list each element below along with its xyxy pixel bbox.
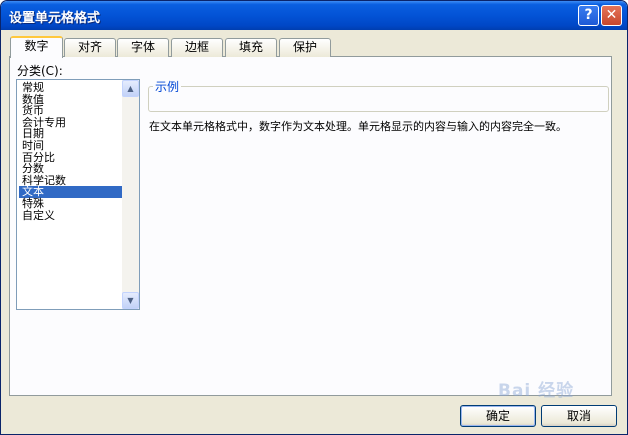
tab-fill[interactable]: 填充 (225, 38, 277, 57)
scroll-up-button[interactable]: ▲ (122, 80, 139, 97)
tab-alignment[interactable]: 对齐 (64, 38, 116, 57)
sample-label: 示例 (153, 78, 182, 95)
tab-font[interactable]: 字体 (117, 38, 169, 57)
sample-group (148, 86, 609, 112)
chevron-up-icon: ▲ (127, 84, 134, 93)
list-item[interactable]: 常规 (19, 82, 122, 94)
help-button[interactable]: ? (578, 5, 599, 26)
tab-border[interactable]: 边框 (171, 38, 223, 57)
ok-button[interactable]: 确定 (460, 405, 536, 427)
watermark: Bai 经验 (498, 373, 618, 401)
scroll-down-button[interactable]: ▼ (122, 292, 139, 309)
help-icon: ? (584, 7, 593, 23)
tab-label: 对齐 (77, 40, 102, 54)
tab-number[interactable]: 数字 (10, 36, 63, 58)
watermark-text: Bai 经验 (498, 381, 575, 401)
title-bar[interactable]: 设置单元格格式 ? ✕ (1, 1, 627, 30)
chevron-down-icon: ▼ (127, 296, 134, 305)
cancel-button[interactable]: 取消 (541, 405, 617, 427)
tab-protection[interactable]: 保护 (279, 38, 331, 57)
tab-label: 字体 (130, 40, 155, 54)
tab-label: 数字 (24, 39, 49, 53)
category-items: 常规 数值 货币 会计专用 日期 时间 百分比 分数 科学记数 文本 特殊 自定… (19, 82, 122, 221)
dialog-title: 设置单元格格式 (9, 11, 101, 26)
list-item[interactable]: 时间 (19, 140, 122, 152)
category-label: 分类(C): (17, 64, 63, 78)
list-item[interactable]: 特殊 (19, 198, 122, 210)
tab-label: 边框 (184, 40, 209, 54)
format-description: 在文本单元格格式中，数字作为文本处理。单元格显示的内容与输入的内容完全一致。 (149, 120, 567, 133)
tab-label: 保护 (292, 40, 317, 54)
close-icon: ✕ (605, 7, 618, 23)
close-button[interactable]: ✕ (601, 5, 622, 26)
list-item[interactable]: 分数 (19, 163, 122, 175)
list-item[interactable]: 自定义 (19, 209, 122, 222)
category-list[interactable]: 常规 数值 货币 会计专用 日期 时间 百分比 分数 科学记数 文本 特殊 自定… (16, 79, 140, 310)
list-scrollbar[interactable]: ▲ ▼ (122, 80, 139, 309)
tab-label: 填充 (238, 40, 263, 54)
